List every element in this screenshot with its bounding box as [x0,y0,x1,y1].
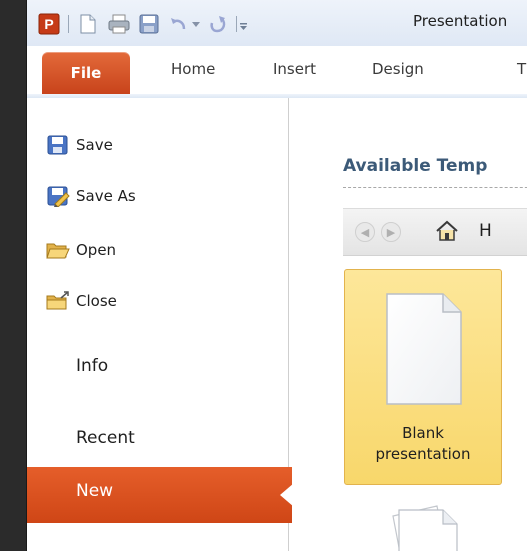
nav-info[interactable]: Info [76,356,108,376]
ribbon-tab-strip: File Home Insert Design T [27,46,527,99]
save-as-icon [47,186,70,207]
open-command-label: Open [76,241,117,259]
selection-notch [280,483,294,507]
template-nav-bar: ◀ ▶ H [343,208,527,256]
powerpoint-window: P Presentation File Home Insert Design T… [26,0,527,551]
tab-home[interactable]: Home [171,60,215,78]
new-document-icon[interactable] [77,14,99,34]
close-command-label: Close [76,292,117,310]
open-command[interactable]: Open [46,237,117,263]
undo-icon[interactable] [167,14,189,34]
redo-icon[interactable] [207,14,229,34]
window-title: Presentation [413,12,508,30]
tab-file[interactable]: File [42,52,130,94]
template-caption-line2: presentation [375,445,471,463]
save-as-command[interactable]: Save As [47,183,136,209]
forward-arrow-icon[interactable]: ▶ [381,222,401,242]
home-icon[interactable] [435,220,459,242]
template-caption-line1: Blank [402,424,444,442]
available-templates-heading: Available Temp [343,156,488,176]
new-pane: Available Temp ◀ ▶ H Blank presentation [289,98,527,551]
save-command-label: Save [76,136,113,154]
toolbar-separator [65,14,73,34]
title-bar: P Presentation [27,0,527,47]
blank-document-icon [386,293,462,405]
save-command[interactable]: Save [47,132,113,158]
close-command[interactable]: Close [46,288,117,314]
nav-recent[interactable]: Recent [76,428,135,448]
powerpoint-logo-icon[interactable]: P [37,13,61,35]
undo-dropdown-icon[interactable] [190,14,202,34]
tab-design[interactable]: Design [372,60,424,78]
template-blank-presentation[interactable]: Blank presentation [344,269,502,485]
heading-divider [343,187,527,188]
recent-templates-stack-icon[interactable] [365,498,475,551]
nav-new-label: New [76,481,114,501]
template-caption: Blank presentation [345,423,501,465]
back-arrow-icon[interactable]: ◀ [355,222,375,242]
close-folder-icon [46,291,69,310]
home-label[interactable]: H [479,221,492,241]
save-icon [47,135,68,155]
save-as-command-label: Save As [76,187,136,205]
tab-insert[interactable]: Insert [273,60,316,78]
nav-new[interactable]: New [27,467,294,523]
print-icon[interactable] [107,14,131,34]
customize-toolbar-icon[interactable] [233,14,251,34]
save-icon[interactable] [137,14,161,34]
tab-transitions[interactable]: T [517,60,526,78]
open-folder-icon [46,243,70,259]
svg-text:P: P [44,16,53,32]
